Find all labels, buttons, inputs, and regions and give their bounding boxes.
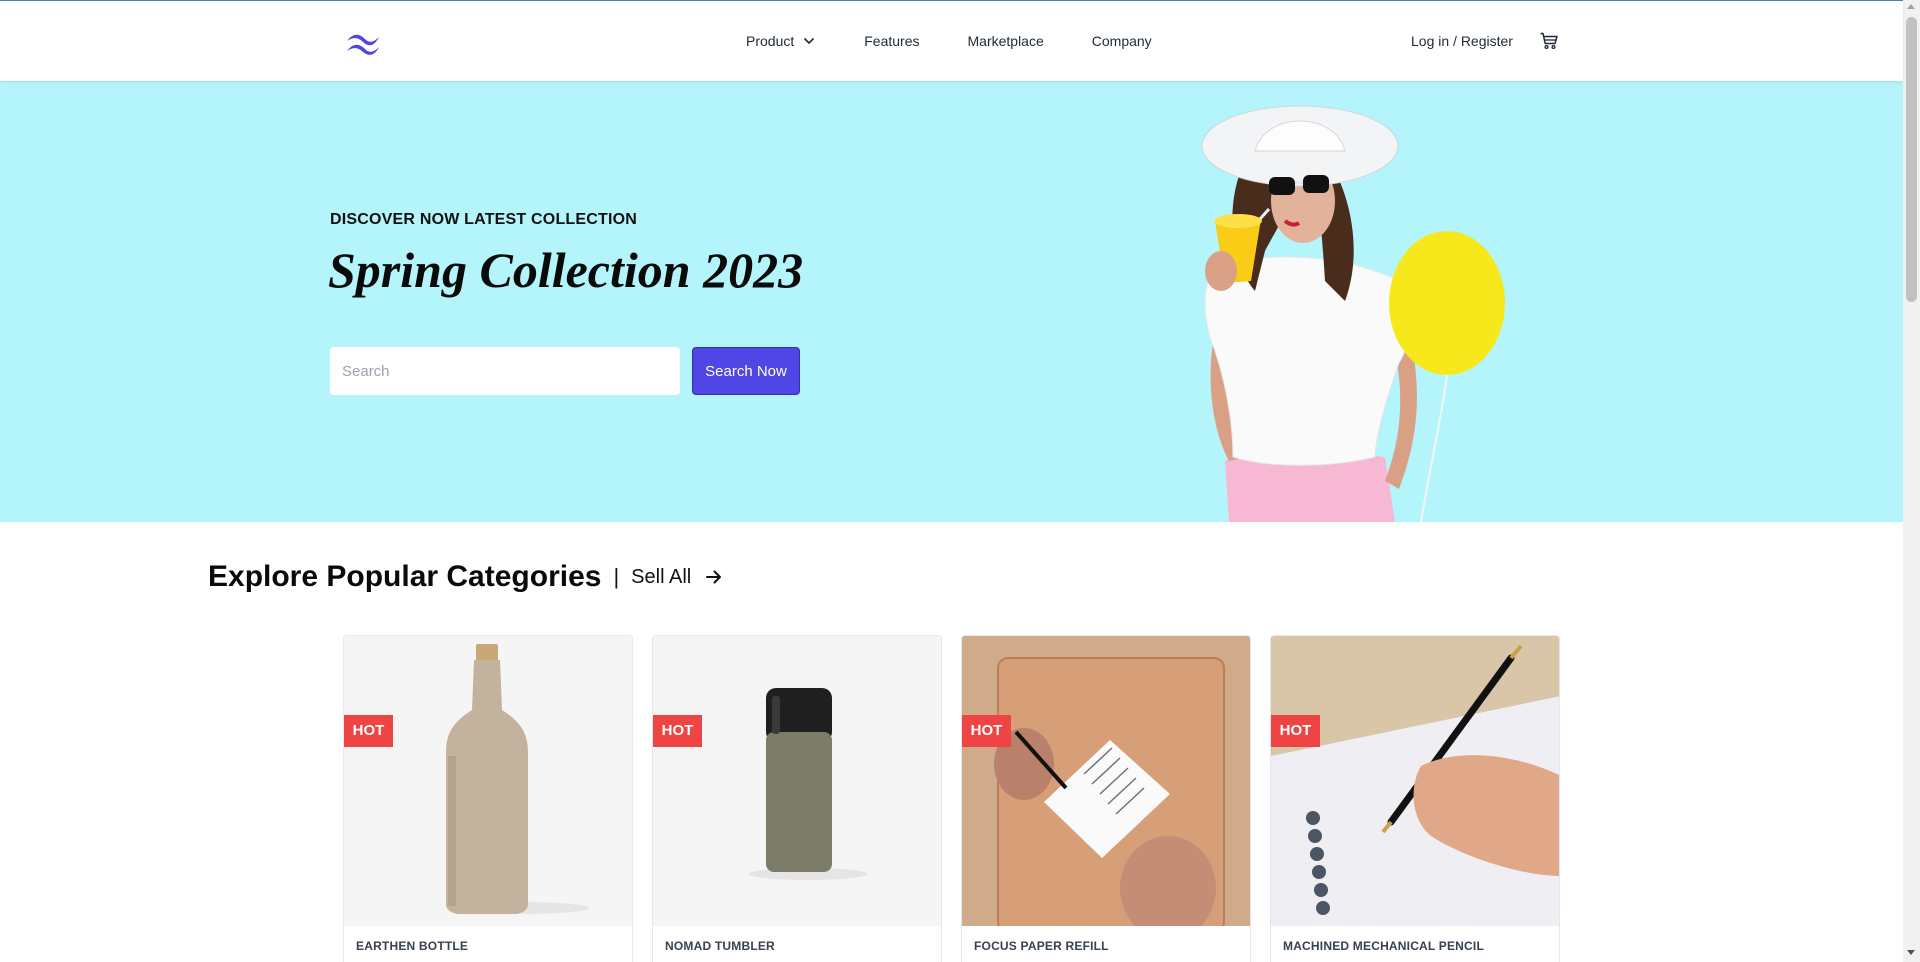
product-card[interactable]: HOT EARTHEN BOTTLE — [343, 635, 633, 962]
product-name: EARTHEN BOTTLE — [356, 939, 469, 953]
nav-company-label: Company — [1091, 33, 1152, 49]
main-nav: Product Features Marketplace Company — [746, 1, 1200, 81]
product-card[interactable]: HOT FOCUS PAPER REFILL — [961, 635, 1251, 962]
nav-company[interactable]: Company — [1092, 33, 1152, 49]
hot-badge: HOT — [962, 715, 1011, 747]
hero-banner: DISCOVER NOW LATEST COLLECTION Spring Co… — [0, 81, 1903, 522]
categories-separator: | — [613, 564, 620, 589]
nav-features-label: Features — [864, 33, 920, 49]
arrow-right-icon — [706, 570, 722, 584]
cart-icon[interactable] — [1539, 31, 1559, 51]
nav-features[interactable]: Features — [864, 33, 919, 49]
search-now-button[interactable]: Search Now — [692, 347, 800, 395]
hero-subtitle: DISCOVER NOW LATEST COLLECTION — [330, 211, 638, 228]
nav-product[interactable]: Product — [746, 33, 816, 49]
scrollbar-thumb[interactable] — [1906, 17, 1917, 302]
hot-badge: HOT — [653, 715, 702, 747]
wave-logo-icon[interactable] — [344, 29, 382, 55]
sell-all-label: Sell All — [631, 565, 692, 588]
product-image-focus-paper-refill — [962, 636, 1250, 926]
hot-badge: HOT — [1271, 715, 1320, 747]
hero-title: Spring Collection 2023 — [328, 242, 804, 298]
product-image-earthen-bottle — [344, 636, 632, 926]
page-scrollbar[interactable] — [1903, 0, 1920, 962]
login-register-link[interactable]: Log in / Register — [1411, 33, 1513, 49]
hero-model-image — [1201, 105, 1505, 522]
nav-marketplace[interactable]: Marketplace — [968, 33, 1044, 49]
product-card[interactable]: HOT MACHINED MECHANICAL PENCIL — [1270, 635, 1560, 962]
scroll-up-arrow-icon[interactable] — [1907, 4, 1915, 9]
product-image-nomad-tumbler — [653, 636, 941, 926]
product-image-machined-mechanical-pencil — [1271, 636, 1559, 926]
product-card[interactable]: HOT NOMAD TUMBLER — [652, 635, 942, 962]
product-name: NOMAD TUMBLER — [665, 939, 775, 953]
product-name: MACHINED MECHANICAL PENCIL — [1283, 939, 1484, 953]
hot-badge: HOT — [344, 715, 393, 747]
sell-all-link[interactable]: Sell All — [631, 566, 723, 589]
categories-title: Explore Popular Categories — [208, 560, 602, 593]
scroll-down-arrow-icon[interactable] — [1907, 950, 1915, 955]
site-header: Product Features Marketplace Company Log… — [0, 1, 1903, 81]
search-input[interactable] — [330, 347, 680, 395]
categories-header: Explore Popular Categories | Sell All — [208, 560, 723, 594]
nav-marketplace-label: Marketplace — [967, 33, 1044, 49]
chevron-down-icon — [804, 37, 815, 45]
nav-product-label: Product — [746, 33, 795, 49]
product-name: FOCUS PAPER REFILL — [974, 939, 1109, 953]
